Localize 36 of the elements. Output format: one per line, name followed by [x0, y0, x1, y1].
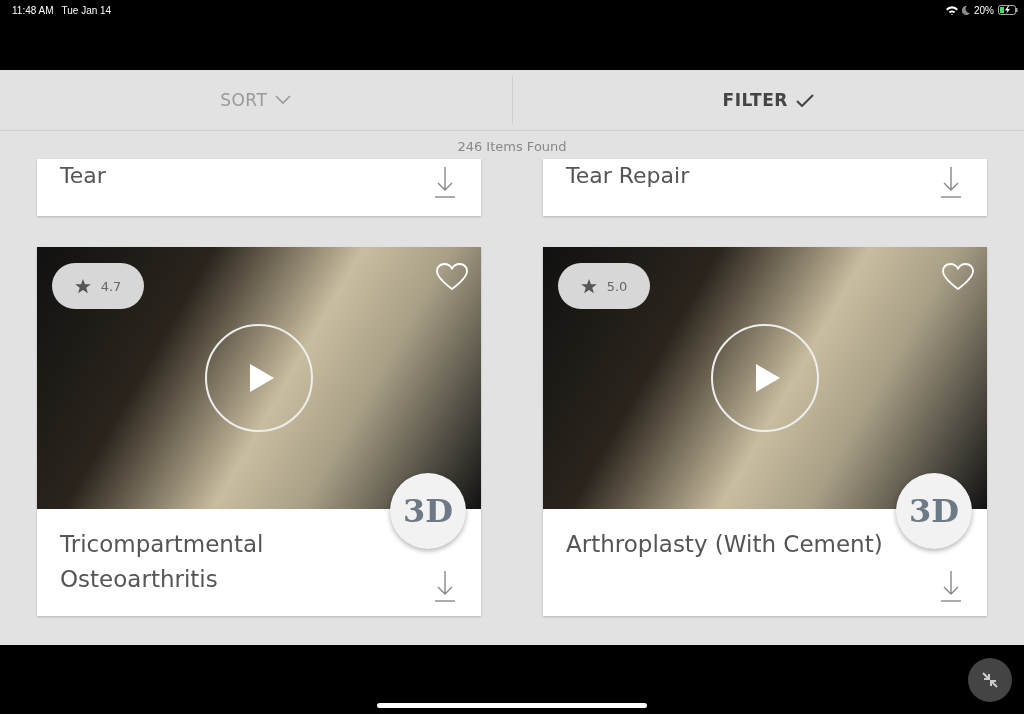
download-button[interactable] [435, 570, 455, 602]
clock: 11:48 AM [12, 4, 54, 16]
card-title: Tear Repair [566, 163, 690, 190]
download-button[interactable] [941, 570, 961, 602]
download-icon [435, 166, 455, 198]
download-button[interactable] [435, 166, 455, 198]
card-title: Arthroplasty (With Cement) [566, 530, 884, 559]
card-title: Tricompartmental Osteoarthritis [60, 530, 265, 594]
play-icon [755, 363, 781, 393]
toolbar-tab[interactable]: SORT [0, 70, 512, 130]
play-icon [249, 363, 275, 393]
checkmark-icon [795, 93, 814, 107]
star-icon [580, 278, 597, 294]
moon-icon [962, 5, 970, 15]
collapse-arrows-icon [980, 670, 1000, 690]
heart-outline-icon [942, 263, 974, 291]
download-icon [941, 166, 961, 198]
date: Tue Jan 14 [61, 4, 112, 16]
rating-value: 5.0 [606, 278, 628, 294]
favorite-button[interactable] [436, 263, 468, 291]
star-icon [74, 278, 91, 294]
download-icon [435, 570, 455, 602]
collapse-button[interactable] [968, 658, 1012, 702]
card-title: Tear [60, 163, 106, 190]
wifi-icon [946, 5, 958, 15]
download-button[interactable] [941, 166, 961, 198]
favorite-button[interactable] [942, 263, 974, 291]
3d-badge[interactable]: 3D [390, 473, 466, 549]
results-count: 246 Items Found [457, 139, 567, 154]
heart-outline-icon [436, 263, 468, 291]
rating-value: 4.7 [100, 278, 122, 294]
download-icon [941, 570, 961, 602]
battery-percent: 20% [974, 4, 994, 16]
toolbar-tab[interactable]: FILTER [512, 70, 1024, 130]
3d-badge[interactable]: 3D [896, 473, 972, 549]
chevron-down-icon [275, 95, 292, 105]
